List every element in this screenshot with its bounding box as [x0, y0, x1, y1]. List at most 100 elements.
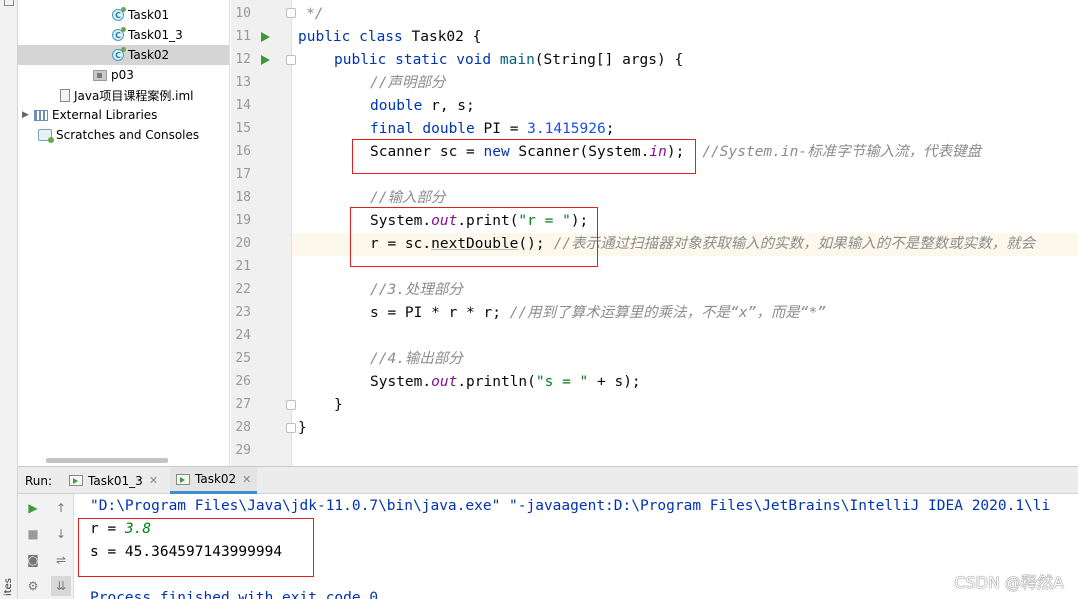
module-file-icon — [60, 88, 70, 102]
line-number: 13 — [235, 75, 251, 90]
line-number: 24 — [235, 328, 251, 343]
scroll-down-icon[interactable]: ↓ — [53, 526, 69, 542]
close-icon[interactable]: ✕ — [149, 474, 158, 487]
code-comment: //System.in-标准字节输入流，代表键盘 — [702, 144, 982, 160]
stop-icon[interactable]: ■ — [25, 526, 41, 542]
rerun-icon[interactable]: ▶ — [25, 500, 41, 516]
close-icon[interactable]: ✕ — [242, 473, 251, 486]
code-method: main — [499, 52, 535, 68]
code-keyword: public class — [298, 29, 412, 45]
code-text: r, s; — [431, 98, 475, 114]
scroll-up-icon[interactable]: ↑ — [53, 500, 69, 516]
tree-item-task02[interactable]: C Task02 — [18, 45, 229, 65]
favorites-strip-label[interactable]: ites — [3, 578, 14, 596]
tree-item-external-libraries[interactable]: ▶ External Libraries — [18, 105, 229, 125]
line-number: 11 — [235, 29, 251, 44]
line-number: 25 — [235, 351, 251, 366]
code-text: PI = — [483, 121, 528, 137]
strip-toggle-icon[interactable] — [4, 0, 14, 6]
project-tree-panel: C Task01 C Task01_3 C Task02 p03 Java项目课… — [18, 0, 230, 466]
code-text: } — [298, 420, 307, 436]
tree-item-iml[interactable]: Java项目课程案例.iml — [18, 85, 229, 105]
fold-marker-icon[interactable] — [286, 400, 296, 410]
run-tab-task02[interactable]: Task02 ✕ — [170, 467, 258, 494]
editor-gutter: 10 11 12 13 14 15 16 17 18 19 20 21 22 2… — [231, 0, 296, 466]
code-line-14: double r, s; — [370, 95, 475, 118]
scratches-icon — [38, 129, 54, 143]
code-comment: //声明部分 — [370, 75, 446, 91]
run-class-icon[interactable] — [261, 32, 270, 42]
tree-item-task01-3[interactable]: C Task01_3 — [18, 25, 229, 45]
highlight-box-input — [350, 207, 598, 267]
code-text: } — [334, 397, 343, 413]
code-editor[interactable]: 10 11 12 13 14 15 16 17 18 19 20 21 22 2… — [231, 0, 1078, 466]
tree-item-task01[interactable]: C Task01 — [18, 5, 229, 25]
fold-marker-icon[interactable] — [286, 423, 296, 433]
line-number: 17 — [235, 167, 251, 182]
code-comment: //表示通过扫描器对象获取输入的实数，如果输入的不是整数或实数，就会 — [553, 236, 1036, 252]
console-command-line: "D:\Program Files\Java\jdk-11.0.7\bin\ja… — [90, 498, 1051, 514]
run-console[interactable]: "D:\Program Files\Java\jdk-11.0.7\bin\ja… — [75, 494, 1078, 599]
code-number: 3.1415926 — [527, 121, 606, 137]
run-tab-label: Task02 — [195, 472, 237, 486]
line-number: 12 — [235, 52, 251, 67]
package-icon — [93, 69, 107, 81]
tree-item-label: Java项目课程案例.iml — [74, 88, 194, 103]
code-comment: //4.输出部分 — [370, 351, 463, 367]
java-class-icon: C — [112, 7, 126, 21]
code-comment: //3.处理部分 — [370, 282, 463, 298]
line-number: 18 — [235, 190, 251, 205]
code-keyword: double — [370, 98, 432, 114]
java-class-icon: C — [112, 47, 126, 61]
line-number: 26 — [235, 374, 251, 389]
code-text: System. — [370, 374, 432, 390]
java-class-icon: C — [112, 27, 126, 41]
line-number: 23 — [235, 305, 251, 320]
code-line-13: //声明部分 — [370, 72, 445, 95]
line-number: 16 — [235, 144, 251, 159]
code-line-22: //3.处理部分 — [370, 279, 463, 302]
tree-item-scratches[interactable]: Scratches and Consoles — [18, 125, 229, 145]
code-keyword: final double — [370, 121, 484, 137]
fold-marker-icon[interactable] — [286, 8, 296, 18]
csdn-watermark: CSDN @释然A — [954, 573, 1064, 592]
line-number: 14 — [235, 98, 251, 113]
highlight-box-output — [78, 518, 314, 577]
line-number: 20 — [235, 236, 251, 251]
code-line-27: } — [334, 394, 343, 417]
line-number: 10 — [235, 6, 251, 21]
expand-arrow-icon[interactable]: ▶ — [22, 110, 34, 120]
code-line-28: } — [298, 417, 307, 440]
code-string: "s = " — [535, 374, 589, 390]
run-panel-header: Run: Task01_3 ✕ Task02 ✕ — [18, 466, 1078, 494]
tree-item-label: Scratches and Consoles — [56, 128, 200, 142]
camera-icon[interactable]: ◙ — [25, 552, 41, 568]
fold-marker-icon[interactable] — [286, 55, 296, 65]
code-text: (String[] args) { — [534, 52, 684, 68]
code-comment: //用到了算术运算里的乘法，不是“x”，而是“*” — [509, 305, 827, 321]
run-main-icon[interactable] — [261, 55, 270, 65]
code-line-11: public class Task02 { — [298, 26, 481, 49]
project-horizontal-scrollbar[interactable] — [46, 458, 168, 463]
code-keyword: public static void — [334, 52, 500, 68]
run-tab-label: Task01_3 — [88, 473, 143, 488]
code-line-12: public static void main(String[] args) { — [334, 49, 683, 72]
tree-item-label: Task01 — [128, 8, 170, 22]
run-toolbar: ▶ ↑ ■ ↓ ◙ ⇌ ⚙ ⇊ — [18, 494, 74, 599]
code-line-25: //4.输出部分 — [370, 348, 463, 371]
line-number: 27 — [235, 397, 251, 412]
settings-gear-icon[interactable]: ⚙ — [25, 578, 41, 594]
run-config-icon — [69, 475, 83, 486]
tree-item-p03[interactable]: p03 — [18, 65, 229, 85]
line-number: 21 — [235, 259, 251, 274]
highlight-box-scanner — [352, 139, 696, 174]
line-number: 29 — [235, 443, 251, 458]
run-tab-task01-3[interactable]: Task01_3 ✕ — [63, 467, 164, 494]
code-text: ; — [605, 121, 615, 137]
soft-wrap-icon[interactable]: ⇌ — [53, 552, 69, 568]
scroll-to-end-icon[interactable]: ⇊ — [51, 576, 71, 596]
code-text: + s); — [588, 374, 641, 390]
code-comment: //输入部分 — [370, 190, 446, 206]
tree-item-label: Task01_3 — [128, 28, 183, 42]
line-number: 28 — [235, 420, 251, 435]
